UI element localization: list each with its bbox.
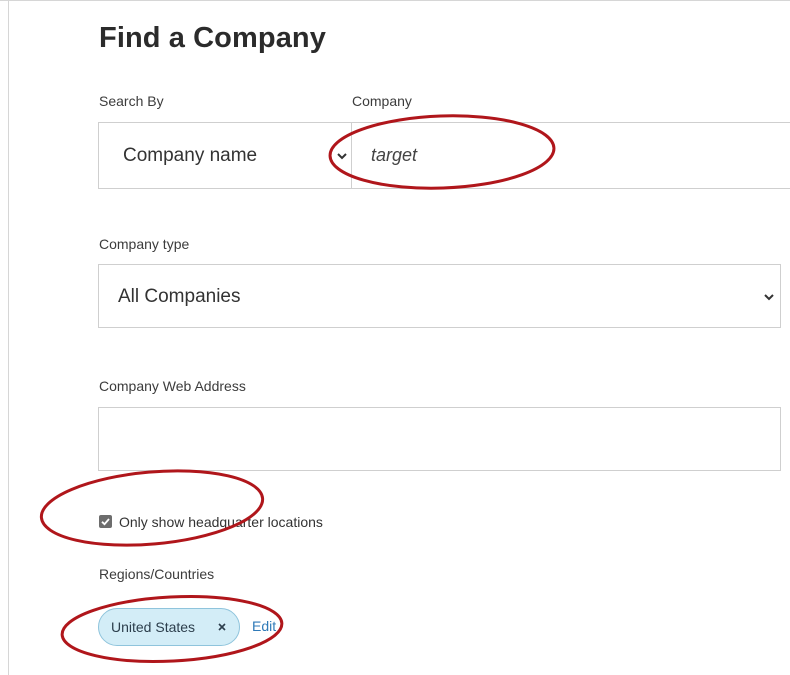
headquarters-checkbox-label[interactable]: Only show headquarter locations [119, 514, 323, 530]
company-type-selected-value: All Companies [118, 286, 241, 307]
web-address-label: Company Web Address [99, 378, 246, 394]
annotation-ring-headquarters [39, 469, 265, 547]
search-by-selected-value: Company name [123, 145, 258, 166]
search-by-select[interactable]: Company name [98, 122, 352, 189]
find-company-page: Find a Company Search By Company name Co… [0, 0, 790, 675]
headquarters-checkbox[interactable] [99, 515, 112, 528]
panel-left-border [8, 0, 9, 675]
region-chip-united-states: United States [98, 608, 240, 646]
company-type-label: Company type [99, 236, 190, 252]
search-by-label: Search By [99, 93, 164, 109]
chevron-down-icon [336, 150, 348, 162]
chevron-down-icon [763, 291, 775, 303]
panel-top-border [0, 0, 790, 1]
company-input-value: target [371, 145, 418, 165]
page-title: Find a Company [99, 22, 326, 54]
company-type-select[interactable]: All Companies [98, 264, 781, 328]
edit-regions-link[interactable]: Edit [252, 618, 276, 634]
company-label: Company [352, 93, 412, 109]
region-chip-label: United States [111, 619, 196, 635]
checkmark-icon [101, 518, 110, 526]
company-input[interactable]: target [351, 122, 790, 189]
regions-label: Regions/Countries [99, 566, 215, 582]
close-icon[interactable] [216, 621, 228, 633]
web-address-input[interactable] [98, 407, 781, 471]
